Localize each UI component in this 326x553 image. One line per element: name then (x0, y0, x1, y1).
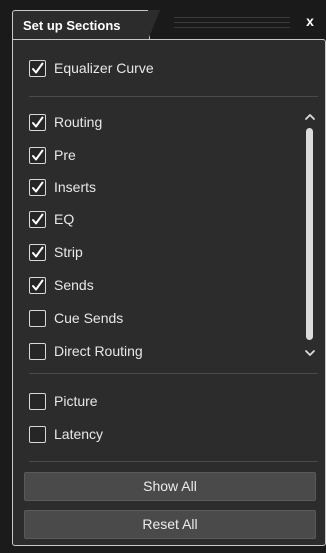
tab-edge (148, 10, 160, 40)
sections-panel: Equalizer Curve Routing Pre Inserts EQ S… (12, 39, 326, 546)
reset-all-button[interactable]: Reset All (24, 510, 316, 539)
checkbox-label: Latency (54, 426, 104, 442)
checkbox[interactable] (29, 392, 46, 410)
chevron-down-icon[interactable] (303, 346, 317, 358)
checkbox-item-picture[interactable]: Picture (29, 391, 98, 411)
checkbox[interactable] (29, 309, 46, 327)
checkbox[interactable] (29, 178, 46, 196)
checkmark-icon (32, 279, 44, 290)
divider (29, 461, 318, 462)
checkbox[interactable] (29, 210, 46, 228)
checkbox[interactable] (29, 276, 46, 294)
checkbox[interactable] (29, 425, 46, 443)
checkbox-item-strip[interactable]: Strip (29, 242, 83, 262)
tab-set-up-sections[interactable]: Set up Sections (12, 10, 150, 40)
checkbox-label: EQ (54, 211, 75, 227)
checkmark-icon (32, 181, 44, 192)
drag-grip[interactable] (174, 17, 290, 31)
divider (29, 96, 318, 97)
checkbox-label: Picture (54, 393, 98, 409)
checkbox-label: Strip (54, 244, 83, 260)
checkmark-icon (32, 213, 44, 224)
checkbox-label: Pre (54, 147, 76, 163)
setup-sections-window: Set up Sections x Equalizer Curve Routin… (0, 0, 326, 553)
divider (29, 373, 318, 374)
checkbox-item-equalizer-curve[interactable]: Equalizer Curve (29, 58, 154, 78)
checkbox[interactable] (29, 59, 46, 77)
tab-title: Set up Sections (23, 18, 121, 33)
checkbox-label: Equalizer Curve (54, 60, 154, 76)
chevron-up-icon[interactable] (303, 110, 317, 122)
checkbox-label: Direct Routing (54, 343, 143, 359)
checkbox-label: Routing (54, 114, 103, 130)
checkbox-item-direct-routing[interactable]: Direct Routing (29, 341, 143, 361)
checkbox-item-sends[interactable]: Sends (29, 275, 94, 295)
checkmark-icon (32, 116, 44, 127)
checkbox-item-eq[interactable]: EQ (29, 209, 74, 229)
checkbox[interactable] (29, 243, 46, 261)
checkmark-icon (32, 149, 44, 160)
show-all-button[interactable]: Show All (24, 472, 316, 501)
checkbox-item-pre[interactable]: Pre (29, 145, 76, 165)
checkbox-item-latency[interactable]: Latency (29, 424, 103, 444)
checkbox[interactable] (29, 113, 46, 131)
checkbox-item-inserts[interactable]: Inserts (29, 177, 96, 197)
checkbox-item-routing[interactable]: Routing (29, 112, 102, 132)
checkmark-icon (32, 246, 44, 257)
checkmark-icon (32, 62, 44, 73)
close-icon[interactable]: x (301, 12, 319, 30)
checkbox[interactable] (29, 146, 46, 164)
checkbox[interactable] (29, 342, 46, 360)
title-bar[interactable]: Set up Sections x (0, 0, 326, 40)
checkbox-label: Sends (54, 277, 94, 293)
checkbox-label: Inserts (54, 179, 97, 195)
checkbox-item-cue-sends[interactable]: Cue Sends (29, 308, 123, 328)
checkbox-label: Cue Sends (54, 310, 124, 326)
scrollbar-thumb[interactable] (306, 128, 313, 340)
